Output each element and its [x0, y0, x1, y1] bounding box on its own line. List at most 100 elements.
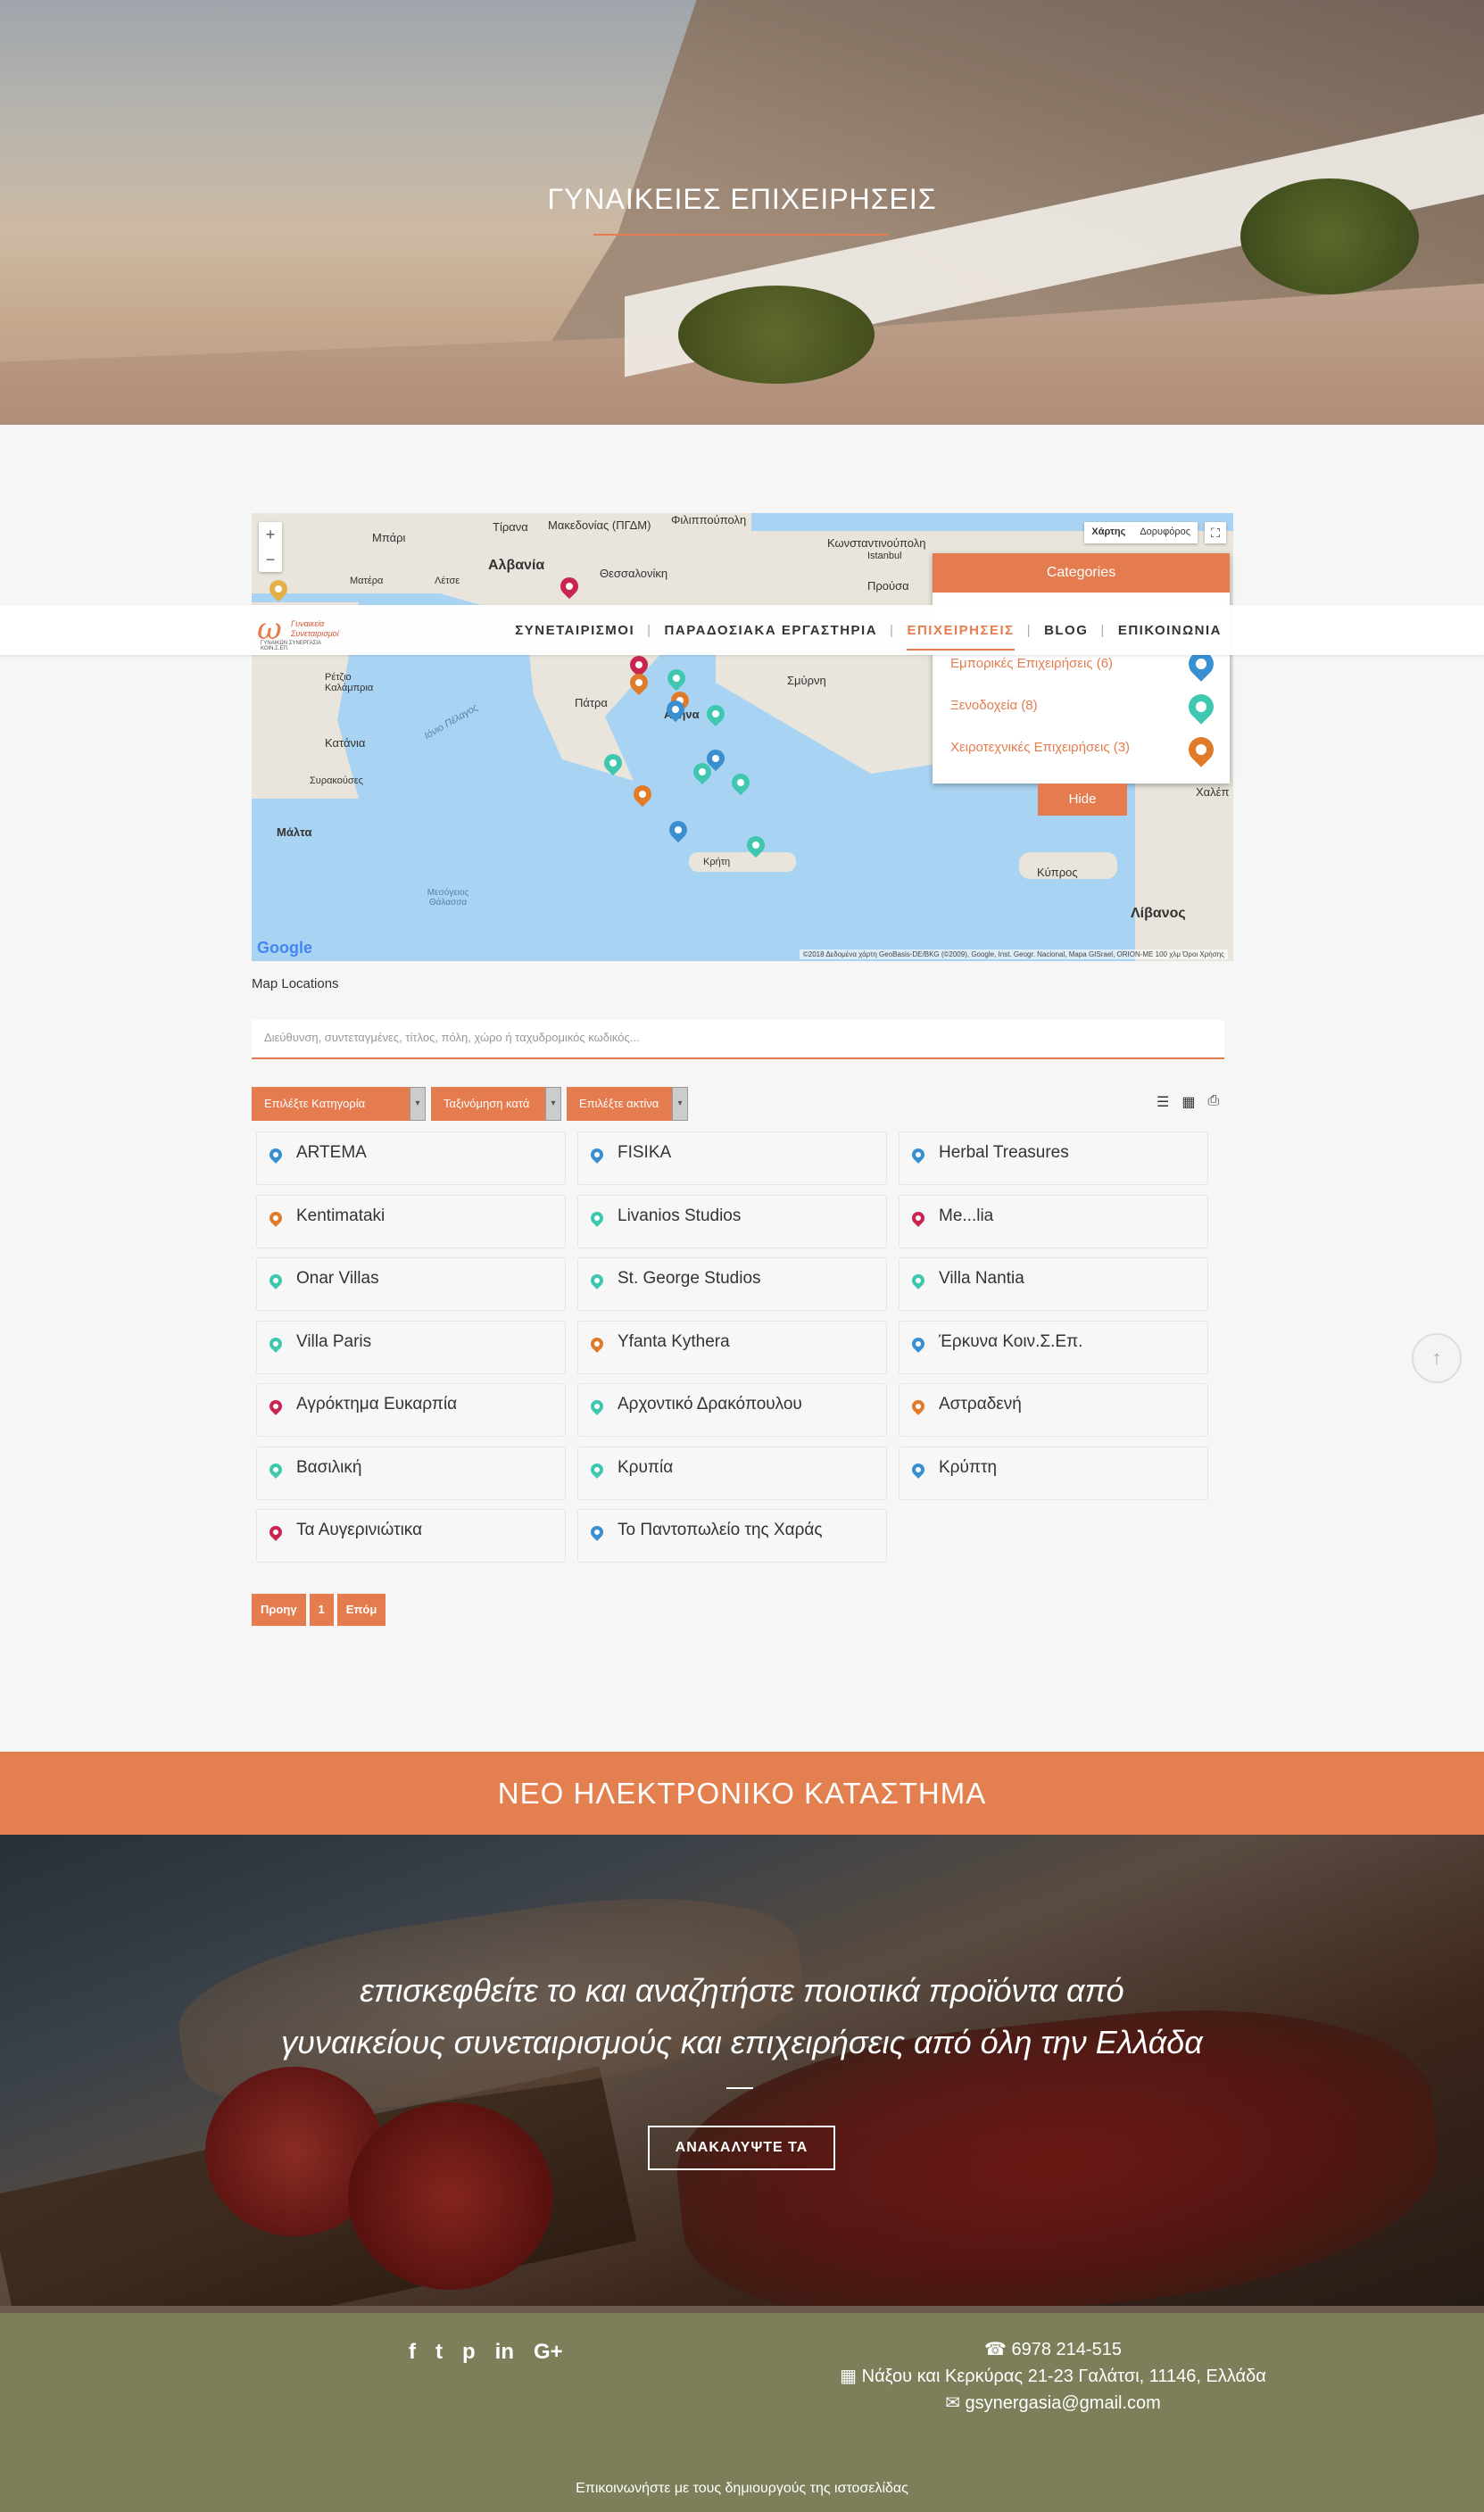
- facebook-icon[interactable]: f: [409, 2340, 416, 2365]
- location-item[interactable]: Αρχοντικό Δρακόπουλου: [577, 1383, 887, 1437]
- logo-text: ΓΥΝΑΙΚΩΝ ΣΥΝΕΡΓΑΣΙΑ ΚΟΙΝ.Σ.ΕΠ.: [261, 641, 321, 651]
- location-name[interactable]: Κρύπτη: [939, 1458, 997, 1478]
- location-name[interactable]: Έρκυνα Κοιν.Σ.Επ.: [939, 1332, 1082, 1352]
- location-name[interactable]: Me...lia: [939, 1206, 993, 1226]
- location-name[interactable]: Κρυπία: [618, 1458, 673, 1478]
- print-icon[interactable]: ⎙: [1207, 1093, 1219, 1111]
- location-name[interactable]: Herbal Treasures: [939, 1143, 1069, 1163]
- location-search-input[interactable]: Διεύθυνση, συντεταγμένες, τίτλος, πόλη, …: [252, 1020, 1224, 1059]
- location-item[interactable]: Αγρόκτημα Ευκαρπία: [256, 1383, 566, 1437]
- location-item[interactable]: Me...lia: [899, 1194, 1208, 1248]
- map-pin[interactable]: [629, 781, 656, 808]
- location-item[interactable]: Κρυπία: [577, 1446, 887, 1500]
- map-marker-icon: [588, 1208, 606, 1227]
- category-item[interactable]: Χειροτεχνικές Επιχειρήσεις (3): [950, 740, 1130, 755]
- nav-item-cooperatives[interactable]: ΣΥΝΕΤΑΙΡΙΣΜΟΙ: [502, 623, 647, 638]
- location-name[interactable]: Villa Nantia: [939, 1269, 1024, 1289]
- location-name[interactable]: Αρχοντικό Δρακόπουλου: [618, 1395, 802, 1414]
- fullscreen-icon[interactable]: ⛶: [1205, 522, 1226, 543]
- location-name[interactable]: Βασιλική: [296, 1458, 361, 1478]
- map-pin[interactable]: [727, 769, 754, 796]
- location-name[interactable]: St. George Studios: [618, 1269, 761, 1289]
- location-item[interactable]: Αστραδενή: [899, 1383, 1208, 1437]
- location-item[interactable]: Yfanta Kythera: [577, 1320, 887, 1374]
- top-navigation: ω Γυναικεία Συνεταιρισμοί ΓΥΝΑΙΚΩΝ ΣΥΝΕΡ…: [0, 605, 1484, 655]
- location-name[interactable]: Livanios Studios: [618, 1206, 741, 1226]
- location-name[interactable]: Τα Αυγερινιώτικα: [296, 1521, 422, 1540]
- map-pin[interactable]: [665, 817, 692, 843]
- location-item[interactable]: Villa Paris: [256, 1320, 566, 1374]
- discover-button[interactable]: ΑΝΑΚΑΛΥΨΤΕ ΤΑ: [648, 2126, 835, 2170]
- map-label: Προύσα: [867, 579, 909, 593]
- map-type-control[interactable]: Χάρτης Δορυφόρος: [1084, 522, 1198, 543]
- map-marker-icon: [909, 1146, 927, 1164]
- nav-item-blog[interactable]: BLOG: [1032, 623, 1100, 638]
- location-name[interactable]: Villa Paris: [296, 1332, 371, 1352]
- nav-item-contact[interactable]: ΕΠΙΚΟΙΝΩΝΙΑ: [1106, 623, 1234, 638]
- location-name[interactable]: Αγρόκτημα Ευκαρπία: [296, 1395, 457, 1414]
- nav-item-workshops[interactable]: ΠΑΡΑΔΟΣΙΑΚΑ ΕΡΓΑΣΤΗΡΙΑ: [652, 623, 891, 638]
- map-attribution[interactable]: ©2018 Δεδομένα χάρτη GeoBasis-DE/BKG (©2…: [799, 949, 1228, 959]
- location-name[interactable]: Kentimataki: [296, 1206, 385, 1226]
- location-item[interactable]: FISIKA: [577, 1132, 887, 1185]
- location-item[interactable]: Villa Nantia: [899, 1257, 1208, 1311]
- scroll-to-top-button[interactable]: ↑: [1412, 1333, 1462, 1383]
- map-marker-icon: [267, 1146, 285, 1164]
- pinterest-icon[interactable]: p: [462, 2340, 476, 2365]
- location-name[interactable]: ARTEMA: [296, 1143, 367, 1163]
- list-icon[interactable]: ☰: [1157, 1093, 1169, 1111]
- map-label: Μπάρι: [372, 531, 406, 544]
- zoom-in-button[interactable]: +: [259, 522, 282, 547]
- location-item[interactable]: Βασιλική: [256, 1446, 566, 1500]
- category-select[interactable]: Επιλέξτε Κατηγορία ▾: [252, 1087, 426, 1121]
- google-plus-icon[interactable]: G+: [534, 2340, 563, 2365]
- nav-item-businesses[interactable]: ΕΠΙΧΕΙΡΗΣΕΙΣ: [894, 623, 1026, 651]
- map-label: Μάλτα: [277, 825, 312, 839]
- footer-phone[interactable]: ☎ 6978 214-515: [767, 2338, 1339, 2360]
- zoom-out-button[interactable]: −: [259, 547, 282, 572]
- location-item[interactable]: Livanios Studios: [577, 1194, 887, 1248]
- page-number-button[interactable]: 1: [309, 1594, 334, 1626]
- location-item[interactable]: Το Παντοπωλείο της Χαράς: [577, 1509, 887, 1563]
- location-item[interactable]: Kentimataki: [256, 1194, 566, 1248]
- location-name[interactable]: FISIKA: [618, 1143, 671, 1163]
- radius-select[interactable]: Επιλέξτε ακτίνα ▾: [567, 1087, 688, 1121]
- chevron-down-icon: ▾: [672, 1087, 688, 1121]
- location-name[interactable]: Yfanta Kythera: [618, 1332, 730, 1352]
- category-item[interactable]: Εμπορικές Επιχειρήσεις (6): [950, 656, 1113, 671]
- map-label: Τίρανα: [493, 520, 528, 534]
- location-item[interactable]: Κρύπτη: [899, 1446, 1208, 1500]
- categories-title: Categories: [933, 553, 1230, 593]
- map-pin[interactable]: [702, 701, 729, 727]
- location-item[interactable]: Τα Αυγερινιώτικα: [256, 1509, 566, 1563]
- location-name[interactable]: Onar Villas: [296, 1269, 379, 1289]
- footer-email[interactable]: ✉ gsynergasia@gmail.com: [767, 2392, 1339, 2414]
- footer-credits-link[interactable]: Επικοινωνήστε με τους δημιουργούς της ισ…: [0, 2481, 1484, 2497]
- map-type-map[interactable]: Χάρτης: [1084, 522, 1132, 543]
- map-label: Ιόνιο Πέλαγος: [422, 701, 481, 742]
- map-marker-icon: [588, 1334, 606, 1353]
- eshop-banner: ΝΕΟ ΗΛΕΚΤΡΟΝΙΚΟ ΚΑΤΑΣΤΗΜΑ: [0, 1752, 1484, 1835]
- twitter-icon[interactable]: t: [435, 2340, 443, 2365]
- chevron-down-icon: ▾: [545, 1087, 561, 1121]
- hide-categories-button[interactable]: Hide: [1038, 783, 1127, 816]
- sort-select[interactable]: Ταξινόμηση κατά ▾: [431, 1087, 561, 1121]
- next-page-button[interactable]: Επόμ: [336, 1594, 386, 1626]
- location-item[interactable]: Herbal Treasures: [899, 1132, 1208, 1185]
- location-name[interactable]: Το Παντοπωλείο της Χαράς: [618, 1521, 823, 1540]
- location-name[interactable]: Αστραδενή: [939, 1395, 1022, 1414]
- location-item[interactable]: ARTEMA: [256, 1132, 566, 1185]
- map-label: Πάτρα: [575, 696, 608, 709]
- prev-page-button[interactable]: Προηγ: [252, 1594, 306, 1626]
- location-item[interactable]: St. George Studios: [577, 1257, 887, 1311]
- grid-icon[interactable]: ▦: [1181, 1093, 1195, 1111]
- linkedin-icon[interactable]: in: [495, 2340, 514, 2365]
- map-pin[interactable]: [663, 665, 690, 692]
- site-logo[interactable]: ω Γυναικεία Συνεταιρισμοί ΓΥΝΑΙΚΩΝ ΣΥΝΕΡ…: [252, 612, 350, 651]
- category-item[interactable]: Ξενοδοχεία (8): [950, 698, 1038, 713]
- map-type-satellite[interactable]: Δορυφόρος: [1132, 522, 1198, 543]
- map-label: Χαλέπ: [1196, 785, 1230, 799]
- location-item[interactable]: Έρκυνα Κοιν.Σ.Επ.: [899, 1320, 1208, 1374]
- zoom-control[interactable]: + −: [259, 522, 282, 572]
- location-item[interactable]: Onar Villas: [256, 1257, 566, 1311]
